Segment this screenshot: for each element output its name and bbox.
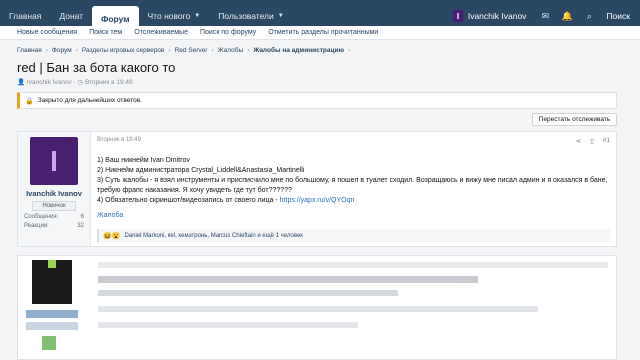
post-body: 1) Ваш никнейм Ivan Dmitrov 2) Никнейм а… xyxy=(97,156,610,206)
post-link[interactable]: https://yapx.ru/v/QYOqn xyxy=(280,197,355,204)
blurred-text-line xyxy=(98,290,398,296)
chevron-right-icon: › xyxy=(247,47,250,54)
bookmark-icon[interactable]: ▯ xyxy=(590,137,594,145)
breadcrumb-item[interactable]: Форум xyxy=(52,47,72,54)
subnav-search-forum[interactable]: Поиск по форуму xyxy=(200,29,256,36)
nav-users-label: Пользователи xyxy=(218,11,274,21)
blurred-text-line xyxy=(98,322,358,328)
post-line: 2) Никнейм администратора Crystal_Liddel… xyxy=(97,167,305,174)
subnav-watched[interactable]: Отслеживаемые xyxy=(134,29,188,36)
post-line: 1) Ваш никнейм Ivan Dmitrov xyxy=(97,157,190,164)
chevron-down-icon: ▼ xyxy=(277,13,284,19)
thread-author[interactable]: Ivanchik Ivanov xyxy=(27,79,72,86)
blurred-name xyxy=(26,310,78,318)
chevron-right-icon: › xyxy=(348,47,351,54)
stat-value: 32 xyxy=(77,223,84,229)
breadcrumb-current[interactable]: Жалобы на администрацию xyxy=(253,47,344,54)
post-number[interactable]: #1 xyxy=(603,137,610,145)
user-icon: 👤 xyxy=(17,79,26,86)
clock-icon: ◷ xyxy=(77,79,84,86)
post-main: Вторник в 19:49 ⋖ ▯ #1 1) Ваш никнейм Iv… xyxy=(91,132,616,246)
complaint-link[interactable]: Жалоба xyxy=(97,212,610,219)
next-post-blurred xyxy=(17,255,617,360)
stat-reactions: Реакции: 32 xyxy=(22,223,86,229)
user-rank-badge: Новичок xyxy=(32,201,76,211)
blurred-text-line xyxy=(98,306,538,312)
inbox-icon[interactable]: ✉ xyxy=(534,11,556,22)
breadcrumb-item[interactable]: Жалобы xyxy=(218,47,244,54)
post-actions: ⋖ ▯ #1 xyxy=(567,137,610,145)
sub-navigation: Новые сообщения Поиск тем Отслеживаемые … xyxy=(0,26,640,40)
avatar xyxy=(452,10,463,22)
reactions-list[interactable]: Daniel Markoni, кel, кемэтронь, Marcus C… xyxy=(124,233,303,239)
post-date[interactable]: Вторник в 19:49 xyxy=(97,137,610,143)
locked-text: Закрыто для дальнейших ответов. xyxy=(37,97,142,104)
chevron-right-icon: › xyxy=(75,47,78,54)
blurred-text-line xyxy=(98,276,478,283)
reactions-bar[interactable]: 😆😮 Daniel Markoni, кel, кемэтронь, Marcu… xyxy=(97,229,610,242)
post-line-text: 4) Обязательно скриншот/видеозапись от с… xyxy=(97,197,280,204)
blurred-icon xyxy=(42,336,56,350)
reaction-icon: 😆😮 xyxy=(103,232,121,240)
subnav-new-posts[interactable]: Новые сообщения xyxy=(17,29,77,36)
blurred-text-line xyxy=(98,262,608,268)
unwatch-button[interactable]: Перестать отслеживать xyxy=(532,113,617,126)
thread-date[interactable]: Вторник в 19:49 xyxy=(85,79,133,86)
chevron-right-icon: › xyxy=(211,47,214,54)
chevron-down-icon: ▼ xyxy=(194,13,201,19)
thread-meta: 👤 Ivanchik Ivanov · ◷ Вторник в 19:49 xyxy=(17,79,133,86)
breadcrumb: Главная › Форум › Разделы игровых серверов… xyxy=(17,47,354,54)
stat-label: Реакции: xyxy=(24,223,49,229)
chevron-right-icon: › xyxy=(168,47,171,54)
post: Ivanchik Ivanov Новичок Сообщения: 6 Реак… xyxy=(17,131,617,247)
account-name: Ivanchik Ivanov xyxy=(467,11,527,21)
avatar-glyph xyxy=(52,151,56,171)
post-user-panel: Ivanchik Ivanov Новичок Сообщения: 6 Реак… xyxy=(18,132,91,246)
lock-icon: 🔒 xyxy=(25,97,34,105)
breadcrumb-item[interactable]: Разделы игровых серверов xyxy=(82,47,165,54)
chevron-right-icon: › xyxy=(45,47,48,54)
subnav-search-threads[interactable]: Поиск тем xyxy=(89,29,122,36)
breadcrumb-item[interactable]: Red Server xyxy=(175,47,208,54)
post-line: 4) Обязательно скриншот/видеозапись от с… xyxy=(97,196,610,206)
stat-value: 6 xyxy=(80,214,84,220)
page-title: red | Бан за бота какого то xyxy=(17,60,176,75)
stat-messages: Сообщения: 6 xyxy=(22,214,86,220)
stat-label: Сообщения: xyxy=(24,214,59,220)
subnav-mark-read[interactable]: Отметить разделы прочитанными xyxy=(268,29,378,36)
blurred-rank xyxy=(26,322,78,330)
avatar[interactable] xyxy=(30,137,78,185)
search-button[interactable]: Поиск xyxy=(600,11,640,21)
account-menu[interactable]: Ivanchik Ivanov xyxy=(445,10,535,22)
share-icon[interactable]: ⋖ xyxy=(576,137,581,145)
post-line: 3) Суть жалобы - я взял инструменты и пр… xyxy=(97,177,608,194)
post-username[interactable]: Ivanchik Ivanov xyxy=(22,189,86,198)
bell-icon[interactable]: 🔔 xyxy=(556,11,578,22)
blurred-avatar-badge xyxy=(48,260,56,268)
locked-notice: 🔒 Закрыто для дальнейших ответов. xyxy=(17,92,617,109)
breadcrumb-item[interactable]: Главная xyxy=(17,47,42,54)
nav-whats-new-label: Что нового xyxy=(147,11,191,21)
search-icon[interactable]: ⌕ xyxy=(578,11,600,22)
